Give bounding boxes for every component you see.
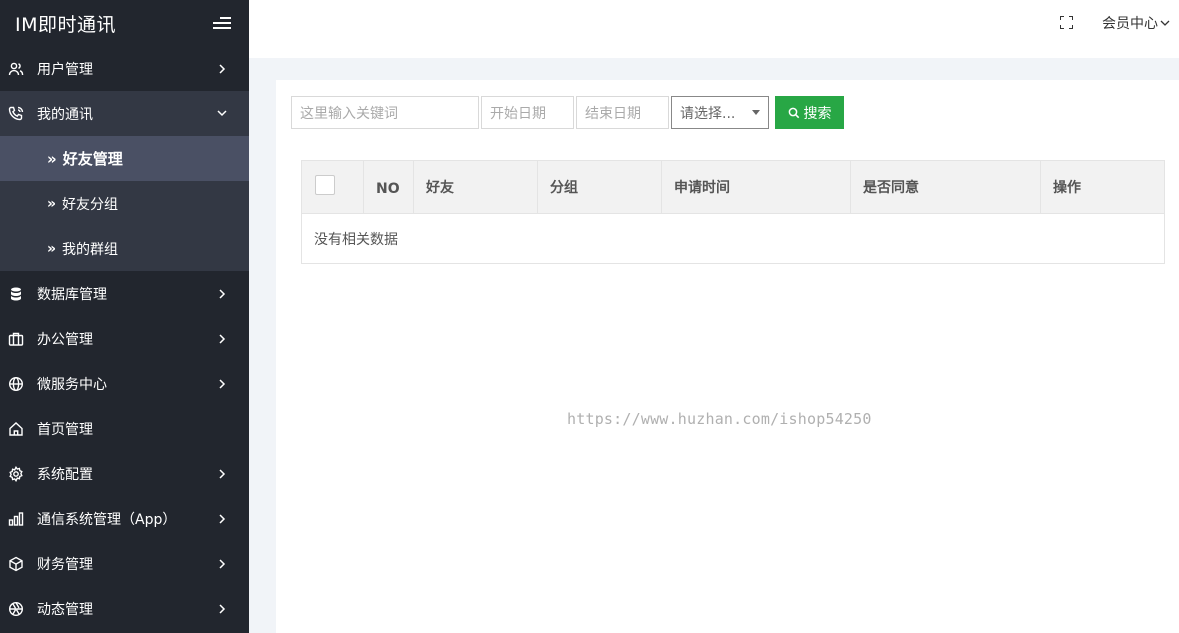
sidebar-item-label: 首页管理 — [37, 421, 93, 438]
column-header-friend[interactable]: 好友 — [414, 161, 538, 213]
chevron-right-icon — [217, 513, 227, 524]
sidebar-item-my-comm[interactable]: 我的通讯 — [0, 91, 249, 136]
chevron-right-icon — [217, 558, 227, 569]
users-icon — [7, 60, 25, 78]
top-header: 会员中心 — [249, 0, 1179, 58]
sidebar-item-label: 系统配置 — [37, 466, 93, 483]
column-header-agreed[interactable]: 是否同意 — [851, 161, 1041, 213]
phone-icon — [7, 105, 25, 123]
sidebar-subitem-label: 好友管理 — [62, 150, 123, 168]
main-panel: 这里输入关键词 开始日期 结束日期 请选择... 搜索 NO 好友 分组 申请时… — [276, 80, 1179, 633]
sidebar-item-database[interactable]: 数据库管理 — [0, 271, 249, 316]
status-select-value: 请选择... — [680, 105, 736, 122]
bar-chart-icon — [7, 510, 25, 528]
table-header: NO 好友 分组 申请时间 是否同意 操作 — [302, 161, 1164, 214]
sidebar-subitem-my-groups[interactable]: » 我的群组 — [0, 226, 249, 271]
double-chevron-icon: » — [47, 240, 57, 257]
column-header-actions: 操作 — [1053, 180, 1081, 196]
sidebar-item-label: 微服务中心 — [37, 376, 107, 393]
briefcase-icon — [7, 330, 25, 348]
search-icon — [788, 107, 799, 118]
sidebar-item-system-config[interactable]: 系统配置 — [0, 451, 249, 496]
menu-toggle-icon[interactable] — [213, 16, 231, 30]
submenu-my-comm: » 好友管理 » 好友分组 » 我的群组 — [0, 136, 249, 271]
sidebar-item-users[interactable]: 用户管理 — [0, 46, 249, 91]
cube-icon — [7, 555, 25, 573]
sidebar-item-label: 办公管理 — [37, 331, 93, 348]
select-all-checkbox[interactable] — [315, 175, 335, 195]
chevron-right-icon — [217, 288, 227, 299]
keyword-input[interactable]: 这里输入关键词 — [291, 96, 479, 129]
chevron-right-icon — [217, 603, 227, 614]
sidebar: IM即时通讯 用户管理 我的通讯 » 好友管理 » 好友分组 » 我的群组 数据… — [0, 0, 249, 633]
sidebar-item-comm-system[interactable]: 通信系统管理（App） — [0, 496, 249, 541]
sidebar-subitem-label: 好友分组 — [62, 196, 119, 213]
chevron-down-icon — [1160, 20, 1170, 26]
chevron-right-icon — [217, 468, 227, 479]
status-select[interactable]: 请选择... — [671, 96, 769, 129]
sidebar-item-label: 动态管理 — [37, 601, 93, 618]
search-toolbar: 这里输入关键词 开始日期 结束日期 请选择... 搜索 — [291, 96, 844, 129]
chevron-down-icon — [217, 109, 227, 119]
caret-down-icon — [752, 110, 760, 115]
database-icon — [7, 285, 25, 303]
globe-icon — [7, 375, 25, 393]
double-chevron-icon: » — [47, 149, 57, 168]
chevron-right-icon — [217, 333, 227, 344]
sidebar-item-microservice[interactable]: 微服务中心 — [0, 361, 249, 406]
empty-state-text: 没有相关数据 — [314, 231, 398, 248]
friends-table: NO 好友 分组 申请时间 是否同意 操作 没有相关数据 — [301, 160, 1165, 264]
member-center-menu[interactable]: 会员中心 — [1102, 13, 1170, 33]
column-header-apply-time[interactable]: 申请时间 — [662, 161, 851, 213]
column-header-no[interactable]: NO — [364, 161, 414, 213]
search-button-label: 搜索 — [803, 104, 832, 121]
brand: IM即时通讯 — [0, 0, 249, 46]
sidebar-item-label: 通信系统管理（App） — [37, 511, 177, 528]
sidebar-subitem-friends[interactable]: » 好友管理 — [0, 136, 249, 181]
double-chevron-icon: » — [47, 195, 57, 212]
search-button[interactable]: 搜索 — [775, 96, 844, 129]
sidebar-item-finance[interactable]: 财务管理 — [0, 541, 249, 586]
column-header-group[interactable]: 分组 — [538, 161, 662, 213]
watermark: https://www.huzhan.com/ishop54250 — [567, 410, 872, 428]
sidebar-item-label: 用户管理 — [37, 61, 93, 78]
fullscreen-icon[interactable] — [1060, 16, 1073, 29]
sidebar-subitem-friend-groups[interactable]: » 好友分组 — [0, 181, 249, 226]
sidebar-item-label: 财务管理 — [37, 556, 93, 573]
app-title: IM即时通讯 — [15, 13, 116, 36]
sidebar-item-dynamic[interactable]: 动态管理 — [0, 586, 249, 631]
sidebar-subitem-label: 我的群组 — [62, 241, 119, 258]
sidebar-item-homepage[interactable]: 首页管理 — [0, 406, 249, 451]
gear-icon — [7, 465, 25, 483]
aperture-icon — [7, 600, 25, 618]
chevron-right-icon — [217, 378, 227, 389]
sidebar-item-label: 我的通讯 — [37, 106, 93, 123]
member-center-label: 会员中心 — [1102, 16, 1158, 32]
start-date-input[interactable]: 开始日期 — [481, 96, 574, 129]
sidebar-item-label: 数据库管理 — [37, 286, 107, 303]
select-all-cell — [302, 161, 364, 213]
home-icon — [7, 420, 25, 438]
chevron-right-icon — [217, 63, 227, 74]
sidebar-item-office[interactable]: 办公管理 — [0, 316, 249, 361]
end-date-input[interactable]: 结束日期 — [576, 96, 669, 129]
